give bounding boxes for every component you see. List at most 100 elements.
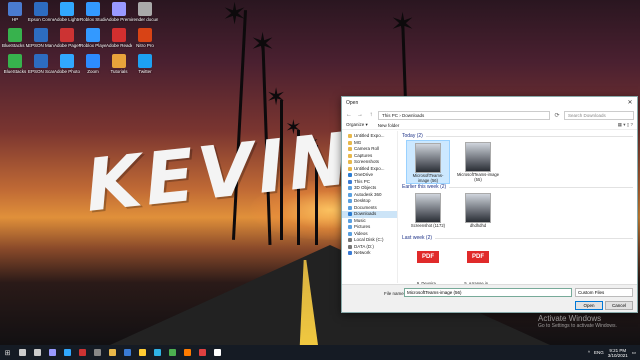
open-button[interactable]: Open	[575, 301, 603, 310]
language-indicator[interactable]: ENG	[594, 350, 604, 355]
file-item[interactable]: MicrosoftTeams-image (56)	[406, 140, 450, 184]
desktop-icon[interactable]: Adobe Reader X	[106, 28, 132, 48]
desktop-icon[interactable]: Adobe Photosh...	[54, 54, 80, 74]
app-icon[interactable]	[135, 345, 150, 360]
folder-icon	[348, 238, 352, 243]
dialog-titlebar: Open ✕	[342, 97, 637, 109]
app-icon	[112, 28, 126, 42]
app-icon	[112, 54, 126, 68]
file-explorer-icon[interactable]	[105, 345, 120, 360]
close-icon[interactable]: ✕	[623, 97, 637, 109]
desktop-icon[interactable]: BlueStacks Multi-Insta...	[2, 28, 28, 48]
app-icon	[34, 54, 48, 68]
app-icon[interactable]	[165, 345, 180, 360]
desktop-icon[interactable]: Adobe Premiere...	[106, 2, 132, 22]
desktop-icon[interactable]: Zoom	[80, 54, 106, 74]
desktop-icon-label: HP	[11, 17, 19, 22]
task-view-icon[interactable]	[30, 345, 45, 360]
view-options-icon[interactable]: ▦ ▾ ▯ ?	[618, 122, 633, 128]
folder-icon	[348, 225, 352, 230]
refresh-icon[interactable]: ⟳	[553, 112, 561, 119]
file-group-header[interactable]: Today (2)	[402, 133, 633, 140]
file-group-header[interactable]: Last week (2)	[402, 235, 633, 242]
file-row: Screenshot (1172) dhdhdhd	[402, 191, 633, 235]
organize-button[interactable]: Organize ▾	[346, 122, 368, 128]
file-item[interactable]: PDF5. Arrange in...	[456, 242, 500, 286]
desktop-icon[interactable]: EPSON Scan	[28, 54, 54, 74]
file-item[interactable]: dhdhdhd	[456, 191, 500, 235]
folder-icon	[348, 218, 352, 223]
desktop-icon-label: EPSON Scan	[28, 69, 54, 74]
desktop-icon[interactable]: Adobe PageMak...	[54, 28, 80, 48]
app-icon[interactable]	[210, 345, 225, 360]
desktop-icon-label: Adobe Reader X	[106, 43, 132, 48]
app-icon	[8, 28, 22, 42]
activate-subtitle: Go to Settings to activate Windows.	[538, 323, 617, 329]
desktop-icon[interactable]: Tutorials	[106, 54, 132, 74]
dialog-toolbar: Organize ▾ New folder ▦ ▾ ▯ ?	[342, 121, 637, 130]
group-title: Today (2)	[402, 133, 423, 139]
app-icon	[8, 2, 22, 16]
file-row: PDF9. Devoira...PDF5. Arrange in...	[402, 242, 633, 286]
app-icon[interactable]	[120, 345, 135, 360]
file-name-label: File name:	[384, 291, 406, 296]
chevron-up-icon[interactable]: ^	[588, 350, 590, 355]
desktop-icon-label: Adobe Lightroo...	[54, 17, 80, 22]
desktop-icon[interactable]: render documents	[132, 2, 158, 22]
breadcrumb-folder[interactable]: Downloads	[402, 113, 424, 118]
open-file-dialog: Open ✕ ← → ↑ This PC › Downloads ⟳ Searc…	[341, 96, 638, 313]
desktop-icon[interactable]: BlueStacks	[2, 54, 28, 74]
file-item[interactable]: PDF9. Devoira...	[406, 242, 450, 286]
file-group-header[interactable]: Earlier this week (2)	[402, 184, 633, 191]
desktop-icon[interactable]: Twitter	[132, 54, 158, 74]
app-icon[interactable]	[195, 345, 210, 360]
up-arrow-icon[interactable]: ↑	[367, 112, 375, 118]
search-input[interactable]: Search Downloads	[564, 110, 634, 120]
pdf-icon: PDF	[465, 251, 491, 281]
desktop-icon[interactable]: HP	[2, 2, 28, 22]
folder-icon	[348, 244, 352, 249]
search-icon[interactable]	[15, 345, 30, 360]
app-icon	[60, 54, 74, 68]
nav-item[interactable]: Network	[342, 250, 397, 257]
desktop-icon[interactable]: EPSON Manuals	[28, 28, 54, 48]
desktop-icon-label: Roblox Studio	[80, 17, 106, 22]
forward-arrow-icon[interactable]: →	[356, 112, 364, 118]
folder-icon	[348, 147, 352, 152]
group-title: Last week (2)	[402, 235, 433, 241]
app-icon[interactable]	[75, 345, 90, 360]
desktop-icon[interactable]: Nitro Pro	[132, 28, 158, 48]
palm-fronds: ✶	[266, 84, 287, 111]
desktop-icon[interactable]: Epson Connect Sca...	[28, 2, 54, 22]
desktop-icon[interactable]: Roblox Player	[80, 28, 106, 48]
file-row: MicrosoftTeams-image (56) MicrosoftTeams-…	[402, 140, 633, 184]
app-icon	[34, 28, 48, 42]
folder-icon	[348, 186, 352, 191]
edge-icon[interactable]	[150, 345, 165, 360]
cancel-button[interactable]: Cancel	[605, 301, 633, 310]
breadcrumb-root[interactable]: This PC	[382, 113, 398, 118]
clock[interactable]: 9:21 PM 3/10/2021	[608, 348, 628, 358]
image-thumbnail	[465, 193, 491, 223]
activate-title: Activate Windows	[538, 314, 602, 323]
address-bar[interactable]: This PC › Downloads	[378, 110, 550, 120]
back-arrow-icon[interactable]: ←	[345, 112, 353, 118]
notification-icon[interactable]: ▭	[632, 350, 636, 356]
taskbar: ⊞ ^ ENG 9:21 PM 3/10/2021 ▭	[0, 345, 640, 360]
desktop-icon[interactable]: Roblox Studio	[80, 2, 106, 22]
premiere-icon[interactable]	[45, 345, 60, 360]
file-item[interactable]: Screenshot (1172)	[406, 191, 450, 235]
windows-logo-icon[interactable]: ⊞	[0, 345, 15, 360]
file-item[interactable]: MicrosoftTeams-image (55)	[456, 140, 500, 184]
file-name-input[interactable]: MicrosoftTeams-image (56)	[404, 288, 572, 297]
desktop-icon[interactable]: Adobe Lightroo...	[54, 2, 80, 22]
file-name: Screenshot (1172)	[410, 223, 446, 228]
folder-icon	[348, 192, 352, 197]
new-folder-button[interactable]: New folder	[378, 123, 400, 128]
file-type-select[interactable]: Custom Files	[575, 288, 633, 297]
file-list: Today (2) MicrosoftTeams-image (56) Micros…	[398, 131, 637, 286]
app-icon[interactable]	[90, 345, 105, 360]
firefox-icon[interactable]	[180, 345, 195, 360]
photoshop-icon[interactable]	[60, 345, 75, 360]
folder-icon	[348, 160, 352, 165]
